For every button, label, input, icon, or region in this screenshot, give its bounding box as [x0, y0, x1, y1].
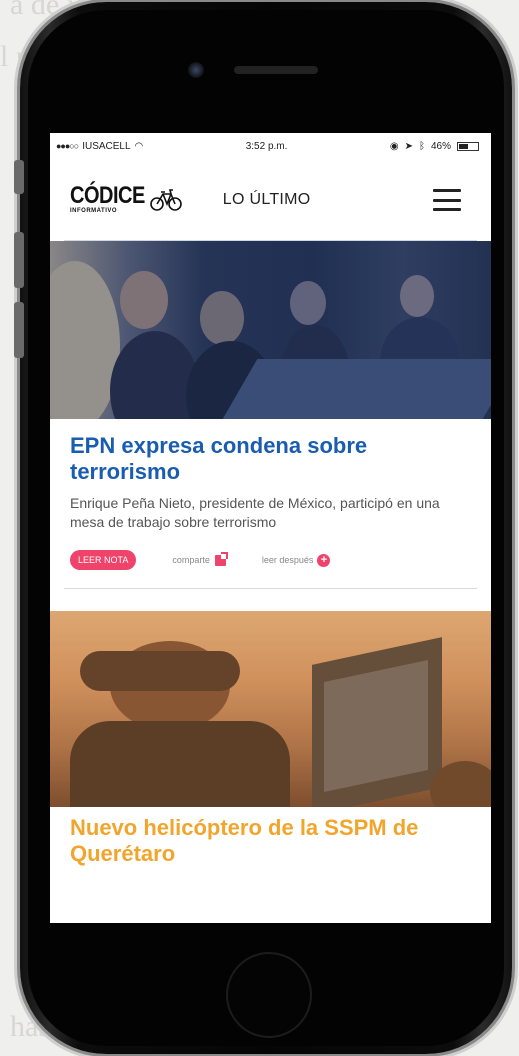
- article-1-image[interactable]: [50, 241, 491, 419]
- top-navbar: CÓDICE INFORMATIVO LO ÚLTIMO: [50, 159, 491, 241]
- wifi-icon: ◠: [134, 140, 144, 152]
- signal-icon: ●●●○○: [56, 141, 79, 151]
- read-later-button[interactable]: leer después +: [261, 553, 331, 567]
- site-logo[interactable]: CÓDICE INFORMATIVO: [70, 182, 183, 214]
- article-1-summary: Enrique Peña Nieto, presidente de México…: [70, 495, 440, 530]
- share-label: comparte: [172, 555, 210, 565]
- article-2-image[interactable]: [50, 611, 491, 807]
- volume-up-button: [14, 232, 24, 288]
- section-title[interactable]: LO ÚLTIMO: [223, 191, 311, 209]
- read-article-button[interactable]: LEER NOTA: [70, 550, 137, 570]
- status-bar: ●●●○○ IUSACELL ◠ 3:52 p.m. ◉ ➤ ᛒ 46%: [50, 133, 491, 159]
- article-divider: [64, 588, 477, 589]
- status-time: 3:52 p.m.: [245, 140, 288, 152]
- battery-percent: 46%: [430, 140, 451, 152]
- mute-switch: [14, 160, 24, 194]
- share-button[interactable]: comparte: [172, 551, 228, 566]
- plus-icon: +: [317, 553, 331, 567]
- bluetooth-icon: ᛒ: [418, 140, 425, 152]
- read-later-label: leer después: [261, 555, 314, 565]
- home-button[interactable]: [226, 952, 312, 1038]
- location-icon: ➤: [404, 140, 413, 152]
- logo-wordmark: CÓDICE: [70, 182, 145, 210]
- volume-down-button: [14, 302, 24, 358]
- article-2-title[interactable]: Nuevo helicóptero de la SSPM de Querétar…: [50, 807, 491, 867]
- earpiece-speaker: [234, 66, 318, 74]
- article-1: EPN expresa condena sobre terrorismo Enr…: [50, 419, 491, 532]
- lock-rotation-icon: ◉: [389, 140, 399, 152]
- phone-screen: ●●●○○ IUSACELL ◠ 3:52 p.m. ◉ ➤ ᛒ 46% CÓD…: [50, 133, 491, 923]
- bicycle-icon: [149, 189, 182, 211]
- article-1-title[interactable]: EPN expresa condena sobre terrorismo: [70, 433, 475, 485]
- carrier-name: IUSACELL: [82, 140, 131, 152]
- front-camera: [188, 62, 204, 78]
- share-icon: [214, 551, 228, 566]
- article-1-actions: LEER NOTA comparte leer después +: [50, 550, 491, 570]
- hamburger-menu-icon[interactable]: [433, 189, 461, 211]
- battery-icon: [457, 141, 479, 151]
